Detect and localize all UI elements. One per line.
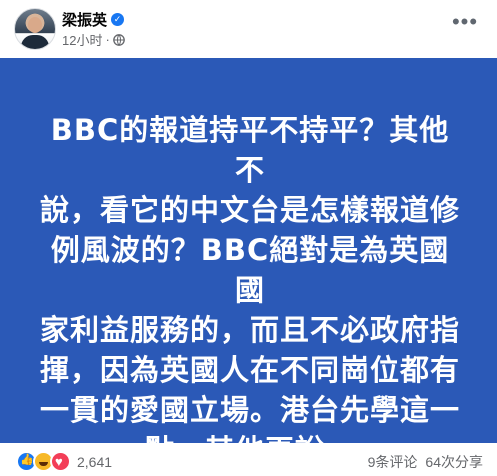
post-footer: 2,641 9条评论 64次分享 xyxy=(0,443,497,476)
globe-icon[interactable] xyxy=(112,33,125,46)
comment-count[interactable]: 9条评论 xyxy=(368,452,418,472)
post-text-line: 一貫的愛國立場。港台先學這一 xyxy=(39,393,460,427)
more-options-icon[interactable]: ••• xyxy=(451,11,479,40)
verified-badge-icon: ✓ xyxy=(111,13,125,26)
post-timestamp[interactable]: 12小时 xyxy=(62,30,102,49)
reaction-count[interactable]: 2,641 xyxy=(77,454,112,470)
post-header: 梁振英 ✓ 12小时 · ••• xyxy=(0,0,497,56)
post-text-line: BBC的報道持平不持平？其他不 xyxy=(50,113,450,187)
post-background-panel: BBC的報道持平不持平？其他不 說，看它的中文台是怎樣報道修 例風波的？BBC絕… xyxy=(0,58,497,467)
author-name[interactable]: 梁振英 xyxy=(62,9,107,30)
post-text-line: 家利益服務的，而且不必政府指 xyxy=(39,313,460,347)
author-row: 梁振英 ✓ xyxy=(62,9,125,30)
post-text: BBC的報道持平不持平？其他不 說，看它的中文台是怎樣報道修 例風波的？BBC絕… xyxy=(38,110,462,470)
meta-separator: · xyxy=(105,32,110,47)
post-text-line: 揮，因為英國人在不同崗位都有 xyxy=(39,353,460,387)
post-meta: 12小时 · xyxy=(62,30,125,49)
post-text-line: 說，看它的中文台是怎樣報道修 xyxy=(39,193,460,227)
post-text-line: 例風波的？BBC絕對是為英國國 xyxy=(50,233,450,307)
share-count[interactable]: 64次分享 xyxy=(425,452,483,472)
reactions-summary[interactable]: 2,641 xyxy=(16,451,112,472)
engagement-stats: 9条评论 64次分享 xyxy=(368,452,483,472)
love-icon xyxy=(50,451,71,472)
author-avatar[interactable] xyxy=(14,8,56,50)
